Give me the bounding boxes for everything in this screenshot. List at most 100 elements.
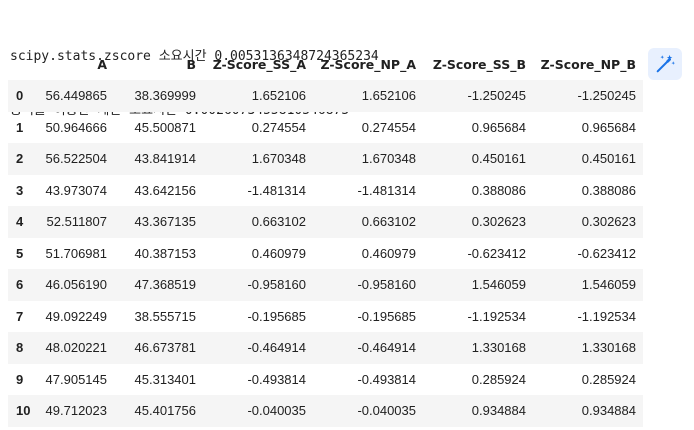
- cell-zscore-ss-b: 0.965684: [471, 119, 526, 135]
- cell-a: 51.706981: [45, 245, 107, 261]
- cell-zscore-np-b: 1.546059: [581, 277, 636, 293]
- table-row: 4 52.511807 43.367135 0.663102 0.663102 0.302…: [8, 206, 643, 238]
- cell-a: 56.449865: [45, 88, 107, 104]
- row-index: 2: [16, 151, 24, 167]
- cell-a: 56.522504: [45, 151, 107, 167]
- cell-zscore-ss-b: 0.388086: [471, 182, 526, 198]
- cell-zscore-np-b: -0.623412: [577, 245, 636, 261]
- cell-zscore-ss-b: 1.330168: [471, 340, 526, 356]
- cell-zscore-np-b: 0.965684: [581, 119, 636, 135]
- cell-b: 45.313401: [134, 371, 196, 387]
- cell-zscore-ss-a: -0.040035: [247, 403, 306, 419]
- cell-zscore-ss-b: 1.546059: [471, 277, 526, 293]
- row-index: 5: [16, 245, 24, 261]
- dataframe-body: 0 56.449865 38.369999 1.652106 1.652106 -1.25…: [8, 80, 643, 427]
- cell-a: 48.020221: [45, 340, 107, 356]
- cell-zscore-ss-a: 0.460979: [251, 245, 306, 261]
- header-row: A B Z-Score_SS_A Z-Score_NP_A Z-Score_SS…: [8, 48, 643, 80]
- cell-a: 47.905145: [45, 371, 107, 387]
- cell-zscore-ss-a: 1.670348: [251, 151, 306, 167]
- cell-zscore-np-b: -1.250245: [577, 88, 636, 104]
- row-index: 4: [16, 214, 24, 230]
- header-col-zscore-ss-a: Z-Score_SS_A: [212, 56, 306, 72]
- row-index: 3: [16, 182, 24, 198]
- dataframe-table: A B Z-Score_SS_A Z-Score_NP_A Z-Score_SS…: [8, 48, 643, 427]
- cell-zscore-ss-b: 0.285924: [471, 371, 526, 387]
- row-index: 1: [16, 119, 24, 135]
- cell-zscore-ss-a: 0.274554: [251, 119, 306, 135]
- cell-b: 38.555715: [134, 308, 196, 324]
- cell-zscore-ss-b: 0.934884: [471, 403, 526, 419]
- cell-zscore-ss-a: 1.652106: [251, 88, 306, 104]
- cell-zscore-np-b: 0.934884: [581, 403, 636, 419]
- cell-zscore-np-a: -0.958160: [357, 277, 416, 293]
- table-row: 10 49.712023 45.401756 -0.040035 -0.040035 0.…: [8, 395, 643, 427]
- cell-zscore-np-b: 0.302623: [581, 214, 636, 230]
- cell-zscore-ss-a: 0.663102: [251, 214, 306, 230]
- cell-b: 45.401756: [134, 403, 196, 419]
- cell-b: 43.642156: [134, 182, 196, 198]
- magic-wand-button[interactable]: [648, 48, 682, 80]
- cell-zscore-np-a: -1.481314: [357, 182, 416, 198]
- cell-zscore-np-a: -0.464914: [357, 340, 416, 356]
- table-row: 9 47.905145 45.313401 -0.493814 -0.493814 0.2…: [8, 364, 643, 396]
- cell-b: 47.368519: [134, 277, 196, 293]
- cell-zscore-np-a: 0.460979: [361, 245, 416, 261]
- row-index: 6: [16, 277, 24, 293]
- cell-zscore-ss-b: -1.250245: [467, 88, 526, 104]
- cell-zscore-np-a: 1.652106: [361, 88, 416, 104]
- cell-zscore-np-a: -0.195685: [357, 308, 416, 324]
- cell-zscore-ss-a: -0.464914: [247, 340, 306, 356]
- header-col-zscore-ss-b: Z-Score_SS_B: [432, 56, 526, 72]
- header-col-b: B: [186, 56, 196, 72]
- cell-zscore-ss-b: -0.623412: [467, 245, 526, 261]
- cell-zscore-np-b: -1.192534: [577, 308, 636, 324]
- cell-zscore-ss-b: 0.450161: [471, 151, 526, 167]
- table-row: 3 43.973074 43.642156 -1.481314 -1.481314 0.3…: [8, 175, 643, 207]
- header-col-zscore-np-b: Z-Score_NP_B: [540, 56, 636, 72]
- cell-b: 43.841914: [134, 151, 196, 167]
- cell-a: 50.964666: [45, 119, 107, 135]
- cell-zscore-ss-a: -1.481314: [247, 182, 306, 198]
- dataframe-header: A B Z-Score_SS_A Z-Score_NP_A Z-Score_SS…: [8, 48, 643, 80]
- cell-zscore-np-a: 1.670348: [361, 151, 416, 167]
- cell-zscore-np-b: 0.285924: [581, 371, 636, 387]
- row-index: 0: [16, 88, 24, 104]
- dataframe-container: A B Z-Score_SS_A Z-Score_NP_A Z-Score_SS…: [8, 48, 643, 427]
- table-row: 8 48.020221 46.673781 -0.464914 -0.464914 1.3…: [8, 332, 643, 364]
- cell-a: 49.712023: [45, 403, 107, 419]
- cell-zscore-ss-a: -0.493814: [247, 371, 306, 387]
- cell-zscore-ss-a: -0.195685: [247, 308, 306, 324]
- cell-zscore-np-b: 1.330168: [581, 340, 636, 356]
- cell-zscore-np-a: -0.493814: [357, 371, 416, 387]
- cell-b: 43.367135: [134, 214, 196, 230]
- cell-zscore-ss-b: 0.302623: [471, 214, 526, 230]
- cell-zscore-np-b: 0.450161: [581, 151, 636, 167]
- header-index: [8, 48, 38, 80]
- cell-b: 45.500871: [134, 119, 196, 135]
- table-row: 5 51.706981 40.387153 0.460979 0.460979 -0.62…: [8, 238, 643, 270]
- table-row: 0 56.449865 38.369999 1.652106 1.652106 -1.25…: [8, 80, 643, 112]
- cell-zscore-np-a: 0.663102: [361, 214, 416, 230]
- row-index: 9: [16, 371, 24, 387]
- row-index: 7: [16, 308, 24, 324]
- cell-a: 43.973074: [45, 182, 107, 198]
- header-col-a: A: [97, 56, 107, 72]
- table-row: 1 50.964666 45.500871 0.274554 0.274554 0.965…: [8, 112, 643, 144]
- row-index: 8: [16, 340, 24, 356]
- cell-b: 38.369999: [134, 88, 196, 104]
- row-index: 10: [16, 403, 31, 419]
- cell-zscore-np-a: -0.040035: [357, 403, 416, 419]
- cell-zscore-ss-b: -1.192534: [467, 308, 526, 324]
- cell-b: 46.673781: [134, 340, 196, 356]
- cell-a: 52.511807: [46, 214, 108, 230]
- table-row: 6 46.056190 47.368519 -0.958160 -0.958160 1.5…: [8, 269, 643, 301]
- header-col-zscore-np-a: Z-Score_NP_A: [320, 56, 416, 72]
- cell-zscore-ss-a: -0.958160: [247, 277, 306, 293]
- table-row: 2 56.522504 43.841914 1.670348 1.670348 0.450…: [8, 143, 643, 175]
- cell-zscore-np-a: 0.274554: [361, 119, 416, 135]
- cell-zscore-np-b: 0.388086: [581, 182, 636, 198]
- cell-a: 46.056190: [45, 277, 107, 293]
- cell-b: 40.387153: [134, 245, 196, 261]
- table-row: 7 49.092249 38.555715 -0.195685 -0.195685 -1.…: [8, 301, 643, 333]
